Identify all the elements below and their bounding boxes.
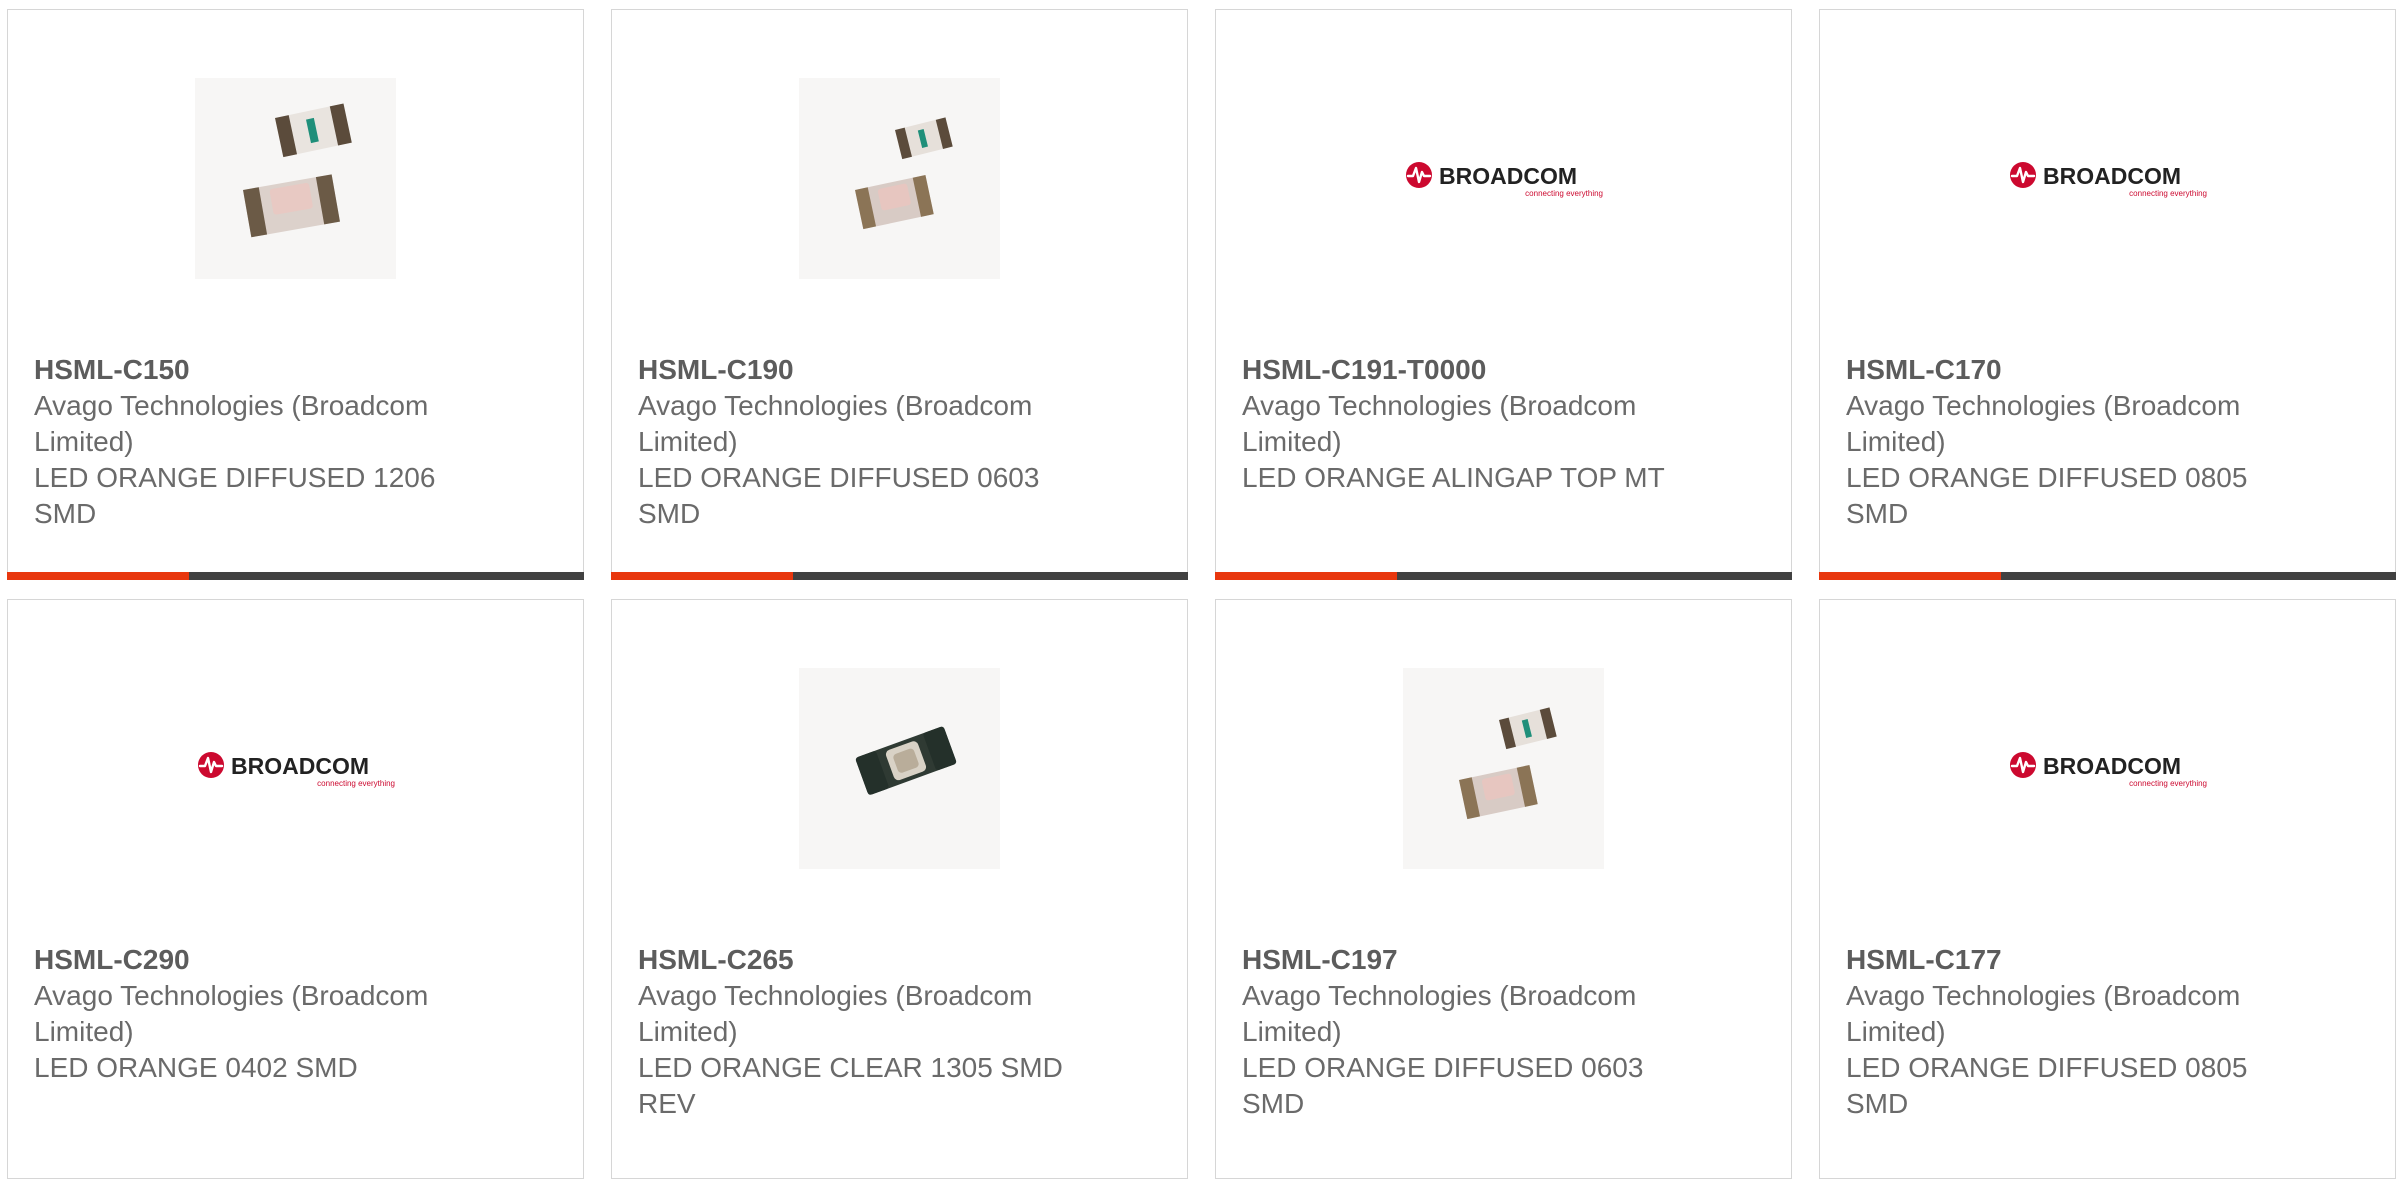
broadcom-tagline: connecting everything xyxy=(2129,189,2207,198)
product-card[interactable]: BROADCOM connecting everything HSML-C191… xyxy=(1215,9,1792,580)
product-card[interactable]: BROADCOM connecting everything HSML-C290… xyxy=(7,599,584,1179)
product-meta: HSML-C290 Avago Technologies (Broadcom L… xyxy=(34,942,464,1086)
broadcom-tagline: connecting everything xyxy=(2129,779,2207,788)
description: LED ORANGE DIFFUSED 0603 SMD xyxy=(1242,1052,1644,1119)
product-meta: HSML-C177 Avago Technologies (Broadcom L… xyxy=(1846,942,2276,1122)
part-number[interactable]: HSML-C191-T0000 xyxy=(1242,352,1672,388)
product-grid: HSML-C150 Avago Technologies (Broadcom L… xyxy=(0,0,2400,1179)
broadcom-logo: BROADCOM connecting everything xyxy=(195,668,396,869)
broadcom-wordmark: BROADCOM xyxy=(1439,163,1577,189)
description: LED ORANGE ALINGAP TOP MT xyxy=(1242,462,1665,493)
broadcom-wordmark: BROADCOM xyxy=(231,753,369,779)
description: LED ORANGE 0402 SMD xyxy=(34,1052,358,1083)
part-number[interactable]: HSML-C190 xyxy=(638,352,1068,388)
manufacturer: Avago Technologies (Broadcom Limited) xyxy=(1846,980,2241,1047)
manufacturer: Avago Technologies (Broadcom Limited) xyxy=(34,390,429,457)
part-number[interactable]: HSML-C197 xyxy=(1242,942,1672,978)
manufacturer: Avago Technologies (Broadcom Limited) xyxy=(638,390,1033,457)
part-number[interactable]: HSML-C150 xyxy=(34,352,464,388)
led-chip-photo xyxy=(1403,668,1604,869)
card-accent xyxy=(7,572,189,580)
product-card[interactable]: BROADCOM connecting everything HSML-C170… xyxy=(1819,9,2396,580)
manufacturer: Avago Technologies (Broadcom Limited) xyxy=(1242,390,1637,457)
card-accent xyxy=(1215,572,1397,580)
card-bottom-bar xyxy=(1215,572,1792,580)
product-card[interactable]: HSML-C197 Avago Technologies (Broadcom L… xyxy=(1215,599,1792,1179)
led-chip-photo xyxy=(799,78,1000,279)
product-meta: HSML-C197 Avago Technologies (Broadcom L… xyxy=(1242,942,1672,1122)
description: LED ORANGE CLEAR 1305 SMD REV xyxy=(638,1052,1063,1119)
card-accent xyxy=(1819,572,2001,580)
card-bottom-bar xyxy=(611,572,1188,580)
broadcom-logo: BROADCOM connecting everything xyxy=(2007,78,2208,279)
part-number[interactable]: HSML-C265 xyxy=(638,942,1068,978)
manufacturer: Avago Technologies (Broadcom Limited) xyxy=(34,980,429,1047)
product-meta: HSML-C191-T0000 Avago Technologies (Broa… xyxy=(1242,352,1672,496)
description: LED ORANGE DIFFUSED 1206 SMD xyxy=(34,462,436,529)
product-card[interactable]: HSML-C190 Avago Technologies (Broadcom L… xyxy=(611,9,1188,580)
product-meta: HSML-C265 Avago Technologies (Broadcom L… xyxy=(638,942,1068,1122)
part-number[interactable]: HSML-C177 xyxy=(1846,942,2276,978)
broadcom-tagline: connecting everything xyxy=(1525,189,1603,198)
product-meta: HSML-C190 Avago Technologies (Broadcom L… xyxy=(638,352,1068,532)
broadcom-tagline: connecting everything xyxy=(317,779,395,788)
product-meta: HSML-C170 Avago Technologies (Broadcom L… xyxy=(1846,352,2276,532)
manufacturer: Avago Technologies (Broadcom Limited) xyxy=(638,980,1033,1047)
product-card[interactable]: BROADCOM connecting everything HSML-C177… xyxy=(1819,599,2396,1179)
description: LED ORANGE DIFFUSED 0603 SMD xyxy=(638,462,1040,529)
broadcom-logo: BROADCOM connecting everything xyxy=(1403,78,1604,279)
manufacturer: Avago Technologies (Broadcom Limited) xyxy=(1242,980,1637,1047)
description: LED ORANGE DIFFUSED 0805 SMD xyxy=(1846,1052,2248,1119)
led-chip-photo xyxy=(195,78,396,279)
part-number[interactable]: HSML-C290 xyxy=(34,942,464,978)
led-reverse-photo xyxy=(799,668,1000,869)
product-meta: HSML-C150 Avago Technologies (Broadcom L… xyxy=(34,352,464,532)
broadcom-logo: BROADCOM connecting everything xyxy=(2007,668,2208,869)
product-card[interactable]: HSML-C265 Avago Technologies (Broadcom L… xyxy=(611,599,1188,1179)
broadcom-wordmark: BROADCOM xyxy=(2043,163,2181,189)
card-accent xyxy=(611,572,793,580)
product-card[interactable]: HSML-C150 Avago Technologies (Broadcom L… xyxy=(7,9,584,580)
card-bottom-bar xyxy=(7,572,584,580)
card-bottom-bar xyxy=(1819,572,2396,580)
broadcom-wordmark: BROADCOM xyxy=(2043,753,2181,779)
manufacturer: Avago Technologies (Broadcom Limited) xyxy=(1846,390,2241,457)
description: LED ORANGE DIFFUSED 0805 SMD xyxy=(1846,462,2248,529)
part-number[interactable]: HSML-C170 xyxy=(1846,352,2276,388)
